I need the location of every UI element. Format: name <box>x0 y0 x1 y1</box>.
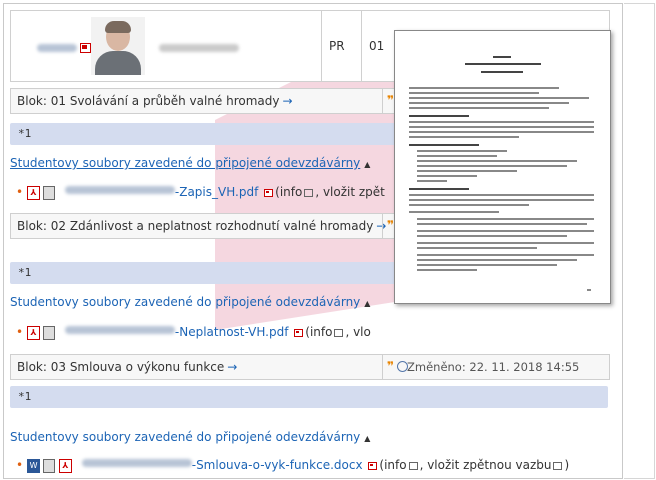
student-id-blurred <box>37 44 77 52</box>
file-link[interactable]: -Neplatnost-VH.pdf <box>175 325 289 339</box>
document-icon[interactable] <box>43 185 56 200</box>
toggle-up-icon[interactable]: ▲ <box>364 434 370 443</box>
info-icon[interactable] <box>408 461 418 470</box>
feedback-small-icon[interactable] <box>553 461 563 470</box>
file-row: • W ⅄ -Smlouva-o-vyk-funkce.docx (info, v… <box>16 458 570 473</box>
word-icon[interactable]: W <box>27 458 41 473</box>
file-prefix-blurred <box>81 459 192 467</box>
file-prefix-blurred <box>64 326 175 334</box>
pdf-icon[interactable]: ⅄ <box>27 325 41 340</box>
pdf-icon[interactable]: ⅄ <box>27 185 41 200</box>
bullet-icon: • <box>16 185 24 199</box>
file-link[interactable]: -Zapis_VH.pdf <box>175 185 258 199</box>
files-header-link[interactable]: Studentovy soubory zavedené do připojené… <box>10 156 370 170</box>
feedback-icon[interactable]: ❞ <box>387 218 394 232</box>
document-icon[interactable] <box>43 458 56 473</box>
feedback-icon[interactable]: ❞ <box>387 93 394 107</box>
info-icon[interactable] <box>334 328 344 337</box>
semester-code: 01 <box>369 39 385 53</box>
files-header-link[interactable]: Studentovy soubory zavedené do připojené… <box>10 430 370 444</box>
document-preview[interactable] <box>394 30 611 304</box>
flag-icon[interactable] <box>80 43 91 53</box>
bullet-icon: • <box>16 458 24 472</box>
file-row: • ⅄ -Zapis_VH.pdf (info, vložit zpět <box>16 185 385 200</box>
toggle-up-icon[interactable]: ▲ <box>364 160 370 169</box>
note-icon[interactable] <box>368 461 378 470</box>
modified-status: Změněno: 22. 11. 2018 14:55 <box>407 360 580 374</box>
block-title: 01 Svolávání a průběh valné hromady <box>50 94 280 108</box>
note-icon[interactable] <box>294 328 304 337</box>
block-header-03: Blok: 03 Smlouva o výkonu funkce → ❞ Změn… <box>10 354 610 380</box>
feedback-icon[interactable]: ❞ <box>387 359 394 373</box>
info-icon[interactable] <box>304 188 314 197</box>
toggle-up-icon[interactable]: ▲ <box>364 299 370 308</box>
file-row: • ⅄ -Neplatnost-VH.pdf (info, vlo <box>16 325 371 340</box>
document-icon[interactable] <box>43 325 56 340</box>
student-name-blurred <box>159 44 239 52</box>
arrow-right-icon[interactable]: → <box>283 94 293 108</box>
block-title: 02 Zdánlivost a neplatnost rozhodnutí va… <box>50 219 374 233</box>
file-link[interactable]: -Smlouva-o-vyk-funkce.docx <box>192 458 363 472</box>
status-cell: ❞ Změněno: 22. 11. 2018 14:55 <box>382 355 609 379</box>
block-title: 03 Smlouva o výkonu funkce <box>50 360 225 374</box>
files-header-link[interactable]: Studentovy soubory zavedené do připojené… <box>10 295 370 309</box>
evaluation-band: *1 <box>10 386 608 408</box>
note-icon[interactable] <box>264 188 274 197</box>
bullet-icon: • <box>16 325 24 339</box>
avatar <box>91 17 145 75</box>
pdf-icon[interactable]: ⅄ <box>58 458 72 473</box>
program-code: PR <box>329 39 345 53</box>
file-prefix-blurred <box>64 186 175 194</box>
right-column <box>624 3 655 479</box>
arrow-right-icon[interactable]: → <box>227 360 237 374</box>
